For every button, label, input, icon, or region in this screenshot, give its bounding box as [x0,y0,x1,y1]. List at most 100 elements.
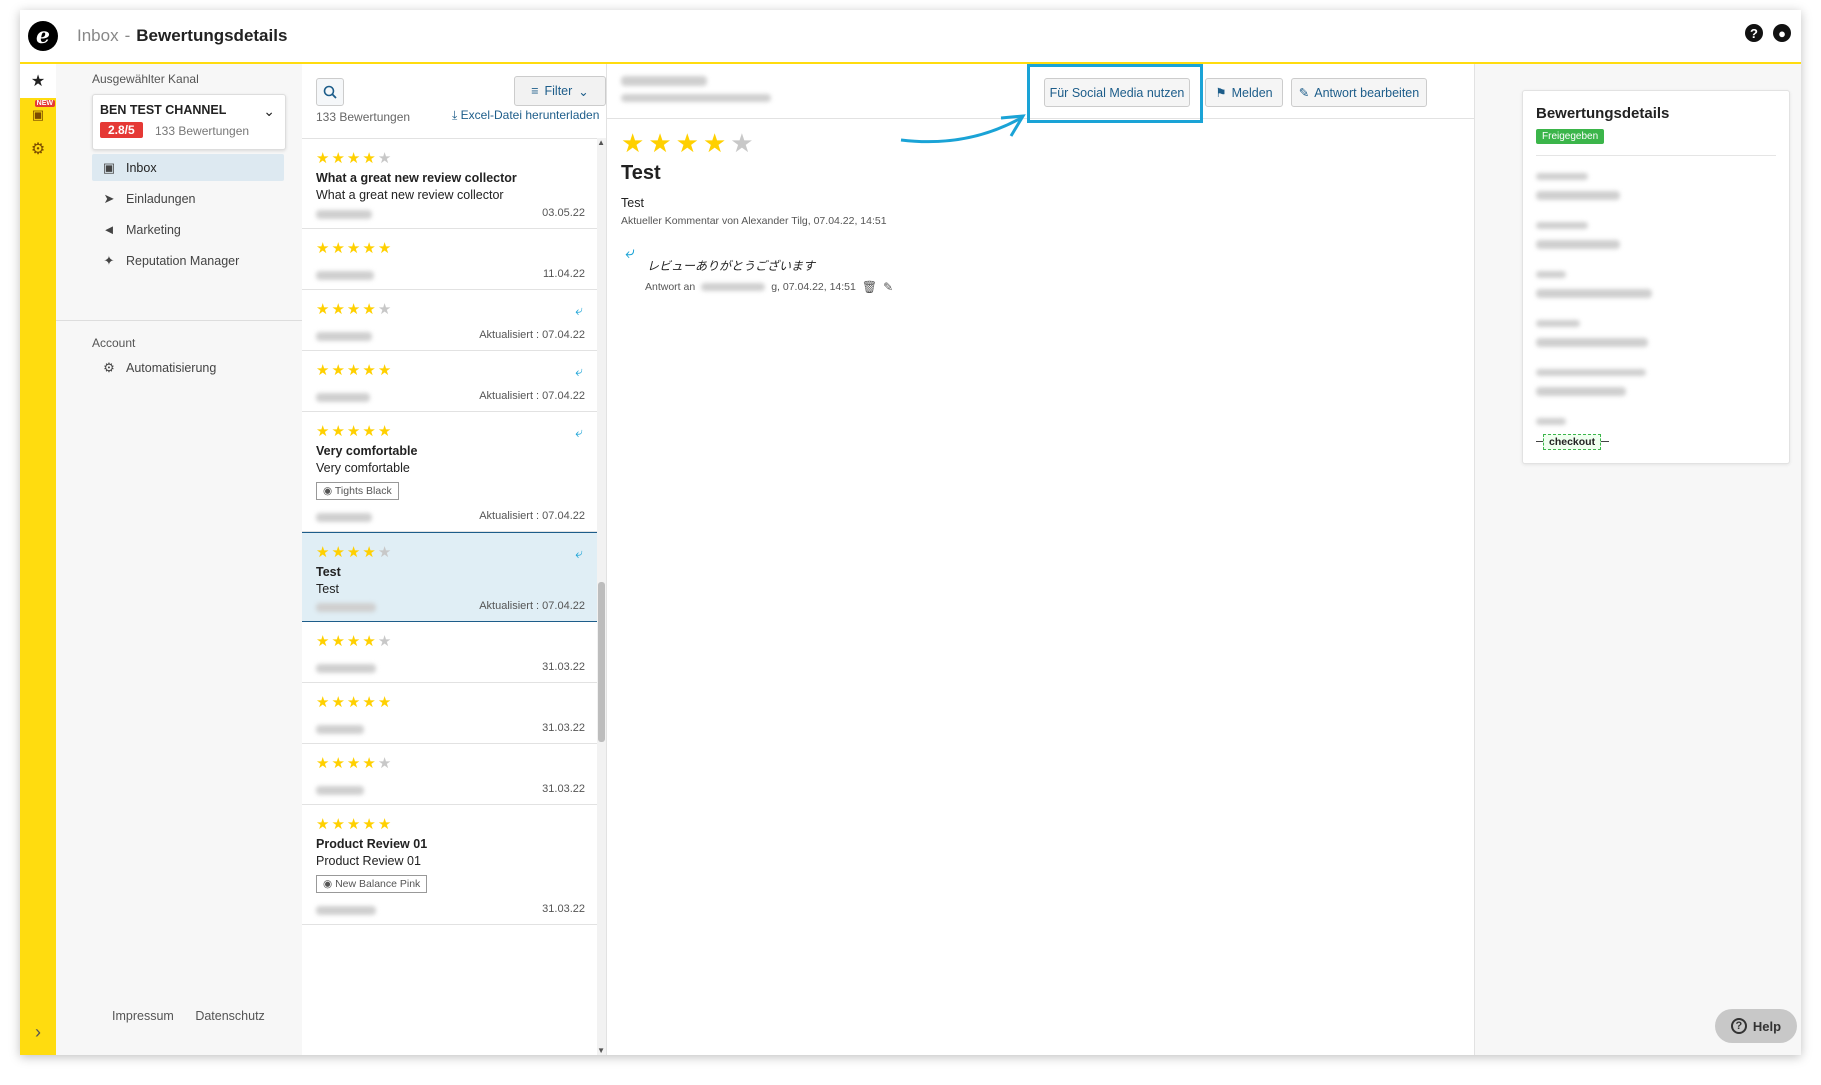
star-icon: ★ [675,128,703,158]
star-icon: ★ [362,240,378,257]
star-icon: ★ [316,240,332,257]
new-badge: NEW [34,100,55,107]
excel-download-link[interactable]: ⤓ Excel-Datei herunterladen [452,108,599,123]
review-item-date: 11.04.22 [542,268,585,280]
status-badge: Freigegeben [1536,129,1605,144]
product-tag: ◉ New Balance Pink [316,875,428,893]
review-text: Test [621,196,644,210]
sidebar-item-inbox[interactable]: ▣ Inbox [92,154,284,181]
scrollbar-thumb[interactable] [598,582,605,742]
sparkle-icon: ✦ [103,252,115,268]
review-author-redacted [316,210,372,219]
review-list-item[interactable]: ★★★★★ 31.03.22 [302,744,597,805]
scroll-up-icon[interactable]: ▲ [597,138,605,147]
review-author-redacted [316,513,372,522]
star-icon: ★ [346,301,363,318]
review-item-date: 31.03.22 [542,783,585,795]
rail-reviews-star-icon[interactable]: ★ [20,64,56,98]
star-icon: ★ [316,755,332,772]
datenschutz-link[interactable]: Datenschutz [195,1009,264,1023]
account-section-label: Account [92,336,136,350]
star-icon: ★ [346,755,363,772]
tag-checkout: checkout [1543,434,1602,450]
reply-text: レビューありがとうございます [647,259,816,273]
download-icon: ⤓ [452,108,458,122]
star-icon: ★ [377,816,394,833]
top-header: e Inbox - Bewertungsdetails ? ● [20,10,1801,64]
star-icon: ★ [346,240,363,257]
chart-icon: ▣ [31,107,45,122]
channel-selector[interactable]: BEN TEST CHANNEL ⌄ 2.8/5 133 Bewertungen [92,94,286,150]
review-author-redacted [316,393,370,402]
reply-arrow-icon: ⤶ [625,243,635,262]
star-icon: ★ [316,423,332,440]
review-list-item[interactable]: ★★★★★ ⤶ Very comfortable Very comfortable ◉ … [302,412,597,532]
star-icon: ★ [346,694,363,711]
star-icon: ★ [377,633,394,650]
review-list-item[interactable]: ★★★★★ Product Review 01 Product Review 01 ◉… [302,805,597,925]
user-account-icon[interactable]: ● [1773,24,1791,42]
star-icon: ★ [346,633,363,650]
logo-icon[interactable]: e [28,21,58,51]
sidebar-item-label: Reputation Manager [126,253,240,268]
sidebar-item-label: Marketing [126,222,181,237]
product-tag: ◉ Tights Black [316,482,399,500]
field-label-redacted [1536,222,1588,229]
help-question-icon[interactable]: ? [1745,24,1763,42]
header-actions: ? ● [1745,24,1791,42]
star-icon: ★ [331,301,347,318]
star-icon: ★ [346,423,363,440]
star-icon: ★ [362,694,378,711]
breadcrumb-inbox[interactable]: Inbox [77,26,119,46]
rail-analytics-icon[interactable]: ▣ NEW [20,98,56,132]
star-icon: ★ [346,816,363,833]
trash-icon[interactable]: 🗑 [862,280,877,294]
review-list-item[interactable]: ★★★★★ ⤶ Aktualisiert : 07.04.22 [302,351,597,412]
review-list-item[interactable]: ★★★★★ 31.03.22 [302,622,597,683]
annotation-arrow-icon [900,114,1026,144]
review-list-item[interactable]: ★★★★★ ⤶ Test Test Aktualisiert : 07.04.22 [302,532,597,622]
review-list-item[interactable]: ★★★★★ 11.04.22 [302,229,597,290]
review-list-item[interactable]: ★★★★★ ⤶ Aktualisiert : 07.04.22 [302,290,597,351]
card-divider [1536,155,1776,156]
page-title: Bewertungsdetails [136,26,288,45]
impressum-link[interactable]: Impressum [112,1009,174,1023]
star-icon: ★ [346,150,363,167]
review-item-date: 31.03.22 [542,722,585,734]
field-label-redacted [1536,320,1580,327]
review-item-date: Aktualisiert : 07.04.22 [479,329,585,341]
review-list-pane: ≡ Filter ⌄ 133 Bewertungen ⤓ Excel-Datei… [302,64,607,1055]
star-icon: ★ [316,633,332,650]
filter-button[interactable]: ≡ Filter ⌄ [514,76,606,106]
product-tag-label: Tights Black [334,485,392,497]
rating-stars: ★★★★★ [316,545,583,561]
review-list-item[interactable]: ★★★★★ What a great new review collector Wh… [302,139,597,229]
filter-label: Filter [544,84,573,98]
scroll-down-icon[interactable]: ▼ [597,1046,605,1055]
sidebar-item-reputation-manager[interactable]: ✦ Reputation Manager [92,247,284,274]
help-button[interactable]: ? Help [1715,1009,1797,1043]
sidebar: Ausgewählter Kanal BEN TEST CHANNEL ⌄ 2.… [56,64,303,1055]
review-item-title: Product Review 01 [316,837,428,851]
review-meta: Aktueller Kommentar von Alexander Tilg, … [621,215,887,227]
star-icon: ★ [377,694,394,711]
edit-reply-button[interactable]: ✎ Antwort bearbeiten [1291,78,1427,107]
review-count: 133 Bewertungen [316,110,411,124]
sidebar-item-marketing[interactable]: ◄ Marketing [92,216,284,243]
review-list-item[interactable]: ★★★★★ 31.03.22 [302,683,597,744]
review-author-redacted [316,906,376,915]
report-button[interactable]: ⚑ Melden [1205,78,1283,107]
star-icon: ★ [730,128,758,158]
sidebar-item-einladungen[interactable]: ➤ Einladungen [92,185,284,212]
review-item-title: What a great new review collector [316,171,517,185]
sidebar-item-automatisierung[interactable]: ⚙ Automatisierung [92,354,284,381]
review-list-scrollbar[interactable]: ▲ ▼ [597,138,606,1055]
breadcrumb-separator: - [124,26,131,45]
filter-icon: ≡ [531,84,539,98]
rail-settings-gear-icon[interactable]: ⚙ [20,132,56,166]
expand-chevron-icon[interactable]: › [20,1022,56,1043]
search-button[interactable] [316,78,344,106]
star-icon: ★ [331,694,347,711]
rating-stars: ★★★★★ [316,634,583,650]
pencil-icon[interactable]: ✎ [883,280,893,294]
